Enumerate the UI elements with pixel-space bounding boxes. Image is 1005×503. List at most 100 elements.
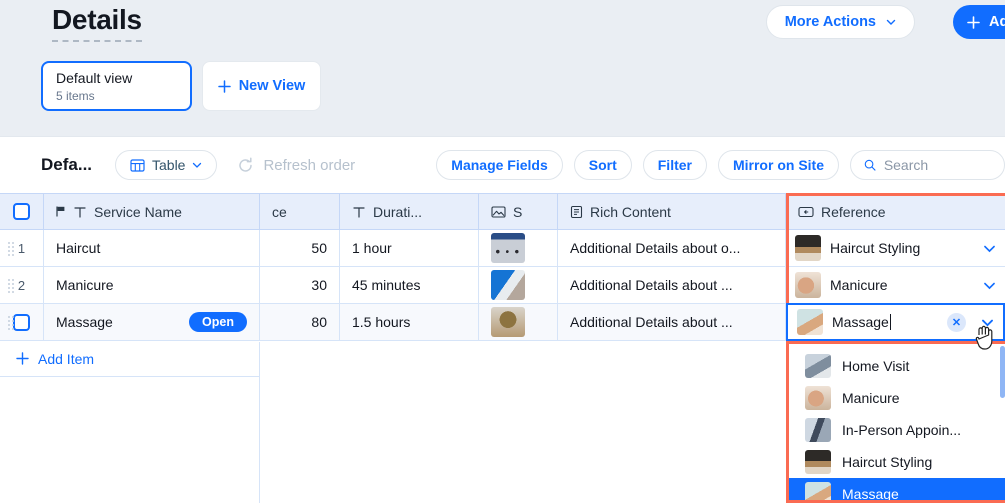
image-type-icon	[491, 205, 506, 218]
table-row[interactable]: 2 Manicure 30 45 minutes Additional Deta…	[0, 267, 1005, 304]
chevron-down-icon	[193, 162, 202, 168]
search-box[interactable]	[850, 150, 1005, 180]
option-label: Haircut Styling	[842, 454, 933, 470]
dropdown-option[interactable]: Haircut Styling	[789, 446, 1005, 478]
document-type-icon	[570, 205, 583, 218]
dropdown-option-selected[interactable]: Massage	[789, 478, 1005, 500]
thumbnail-image	[491, 270, 525, 300]
manage-fields-button[interactable]: Manage Fields	[436, 150, 563, 180]
view-tab-default[interactable]: Default view 5 items	[41, 61, 192, 111]
cell-rich-content[interactable]: Additional Details about ...	[558, 267, 786, 303]
dropdown-option[interactable]: Home Visit	[789, 350, 1005, 382]
page-title: Details	[52, 4, 142, 43]
option-thumbnail	[805, 482, 831, 500]
drag-handle-icon[interactable]	[7, 241, 14, 256]
option-label: Manicure	[842, 390, 900, 406]
chevron-down-icon	[886, 19, 896, 25]
cell-service-name[interactable]: Haircut	[44, 230, 260, 266]
dropdown-option[interactable]: Manicure	[789, 382, 1005, 414]
reference-edit-cell[interactable]: Massage ✕	[786, 303, 1005, 341]
row-handle-cell[interactable]	[0, 304, 44, 340]
cell-image[interactable]	[479, 304, 558, 340]
column-header-rich-content[interactable]: Rich Content	[558, 194, 786, 229]
cell-duration[interactable]: 1 hour	[340, 230, 479, 266]
new-view-button[interactable]: New View	[202, 61, 321, 111]
clear-reference-button[interactable]: ✕	[947, 312, 966, 332]
select-all-checkbox[interactable]	[13, 203, 30, 220]
reference-dropdown-toggle[interactable]	[983, 279, 996, 292]
cell-value: Additional Details about o...	[570, 240, 741, 256]
cell-value: Manicure	[830, 277, 888, 293]
column-header-duration[interactable]: Durati...	[340, 194, 479, 229]
column-header-price[interactable]: ce	[260, 194, 340, 229]
refresh-icon	[239, 156, 253, 172]
open-badge[interactable]: Open	[189, 312, 247, 332]
cell-duration[interactable]: 1.5 hours	[340, 304, 479, 340]
option-thumbnail	[805, 418, 831, 442]
filter-button[interactable]: Filter	[642, 150, 707, 180]
cell-reference[interactable]: Manicure	[786, 267, 1005, 303]
cell-value: 45 minutes	[352, 277, 421, 293]
row-handle-cell[interactable]: 2	[0, 267, 44, 303]
cell-value: Massage	[56, 314, 113, 330]
cell-duration[interactable]: 45 minutes	[340, 267, 479, 303]
column-header-label: Rich Content	[590, 203, 671, 220]
chevron-down-icon	[984, 245, 995, 252]
row-checkbox[interactable]	[13, 313, 30, 331]
app-root: Details More Actions Add Default view 5 …	[0, 0, 1005, 503]
column-header-reference[interactable]: Reference	[786, 194, 1005, 229]
table-row[interactable]: 1 Haircut 50 1 hour Additional Details a…	[0, 230, 1005, 267]
cell-value: Manicure	[56, 277, 114, 293]
search-input[interactable]	[883, 157, 991, 173]
option-thumbnail	[805, 450, 831, 474]
view-tab-title: Default view	[56, 70, 133, 86]
grid-vertical-rule	[259, 342, 260, 503]
grid-toolbar: Defa... Table Refresh order Manage Field…	[0, 137, 1005, 193]
cell-price[interactable]: 50	[260, 230, 340, 266]
column-header-image[interactable]: S	[479, 194, 558, 229]
add-item-button[interactable]: Add Item	[0, 341, 260, 377]
cell-service-name[interactable]: Massage Open	[44, 304, 260, 340]
cell-image[interactable]	[479, 267, 558, 303]
column-header-service-name[interactable]: Service Name	[44, 194, 260, 229]
reference-dropdown-toggle[interactable]	[981, 316, 994, 329]
cell-reference[interactable]: Haircut Styling	[786, 230, 1005, 266]
column-header-label: Service Name	[94, 203, 182, 220]
cell-price[interactable]: 80	[260, 304, 340, 340]
refresh-order-button[interactable]: Refresh order	[237, 157, 355, 174]
mirror-on-site-button[interactable]: Mirror on Site	[717, 150, 839, 180]
row-number: 1	[17, 240, 26, 256]
refresh-order-label: Refresh order	[263, 156, 356, 174]
option-label: In-Person Appoin...	[842, 422, 962, 438]
cell-value: Additional Details about ...	[570, 277, 733, 293]
cell-rich-content[interactable]: Additional Details about o...	[558, 230, 786, 266]
reference-dropdown-toggle[interactable]	[983, 242, 996, 255]
thumbnail-image	[491, 307, 525, 337]
chevron-down-icon	[982, 319, 993, 326]
reference-dropdown-list[interactable]: Home Visit Manicure In-Person Appoin... …	[786, 341, 1005, 503]
reference-thumbnail	[795, 272, 821, 298]
new-view-label: New View	[238, 78, 306, 94]
plus-icon	[967, 15, 980, 29]
sort-button[interactable]: Sort	[573, 150, 632, 180]
row-handle-cell[interactable]: 1	[0, 230, 44, 266]
cell-value: Haircut	[56, 240, 101, 256]
dropdown-scrollbar[interactable]	[1000, 346, 1005, 398]
cell-rich-content[interactable]: Additional Details about ...	[558, 304, 786, 340]
dropdown-option[interactable]: In-Person Appoin...	[789, 414, 1005, 446]
drag-handle-icon[interactable]	[7, 315, 14, 330]
cell-service-name[interactable]: Manicure	[44, 267, 260, 303]
table-mode-dropdown[interactable]: Table	[115, 150, 218, 180]
add-button[interactable]: Add	[953, 5, 1005, 39]
table-mode-label: Table	[152, 157, 186, 173]
add-label: Add	[989, 14, 1005, 30]
cell-price[interactable]: 30	[260, 267, 340, 303]
cell-value: 1 hour	[352, 240, 392, 256]
cell-image[interactable]	[479, 230, 558, 266]
select-all-cell[interactable]	[0, 194, 44, 229]
more-actions-button[interactable]: More Actions	[765, 5, 915, 39]
sort-label: Sort	[588, 157, 617, 173]
link-type-icon	[798, 206, 814, 217]
drag-handle-icon[interactable]	[7, 278, 14, 293]
view-tab-subtitle: 5 items	[56, 89, 95, 103]
